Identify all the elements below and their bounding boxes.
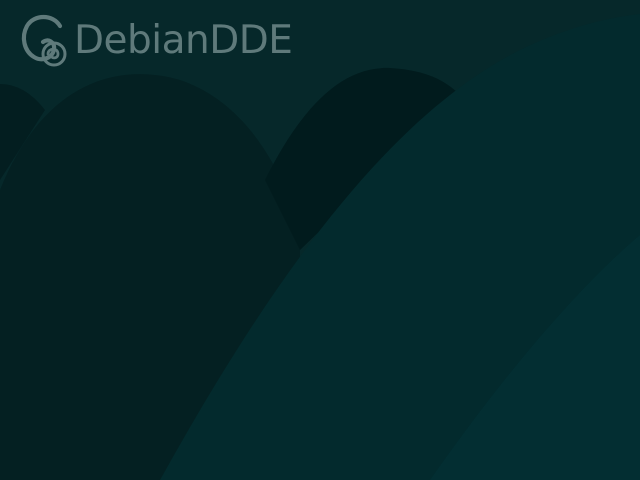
wallpaper [0,0,640,480]
debian-swirl-icon [20,11,70,71]
desktop[interactable]: DebianDDE [0,0,640,480]
brand-name: DebianDDE [74,18,293,63]
brand-logo-group: DebianDDE [20,11,293,71]
